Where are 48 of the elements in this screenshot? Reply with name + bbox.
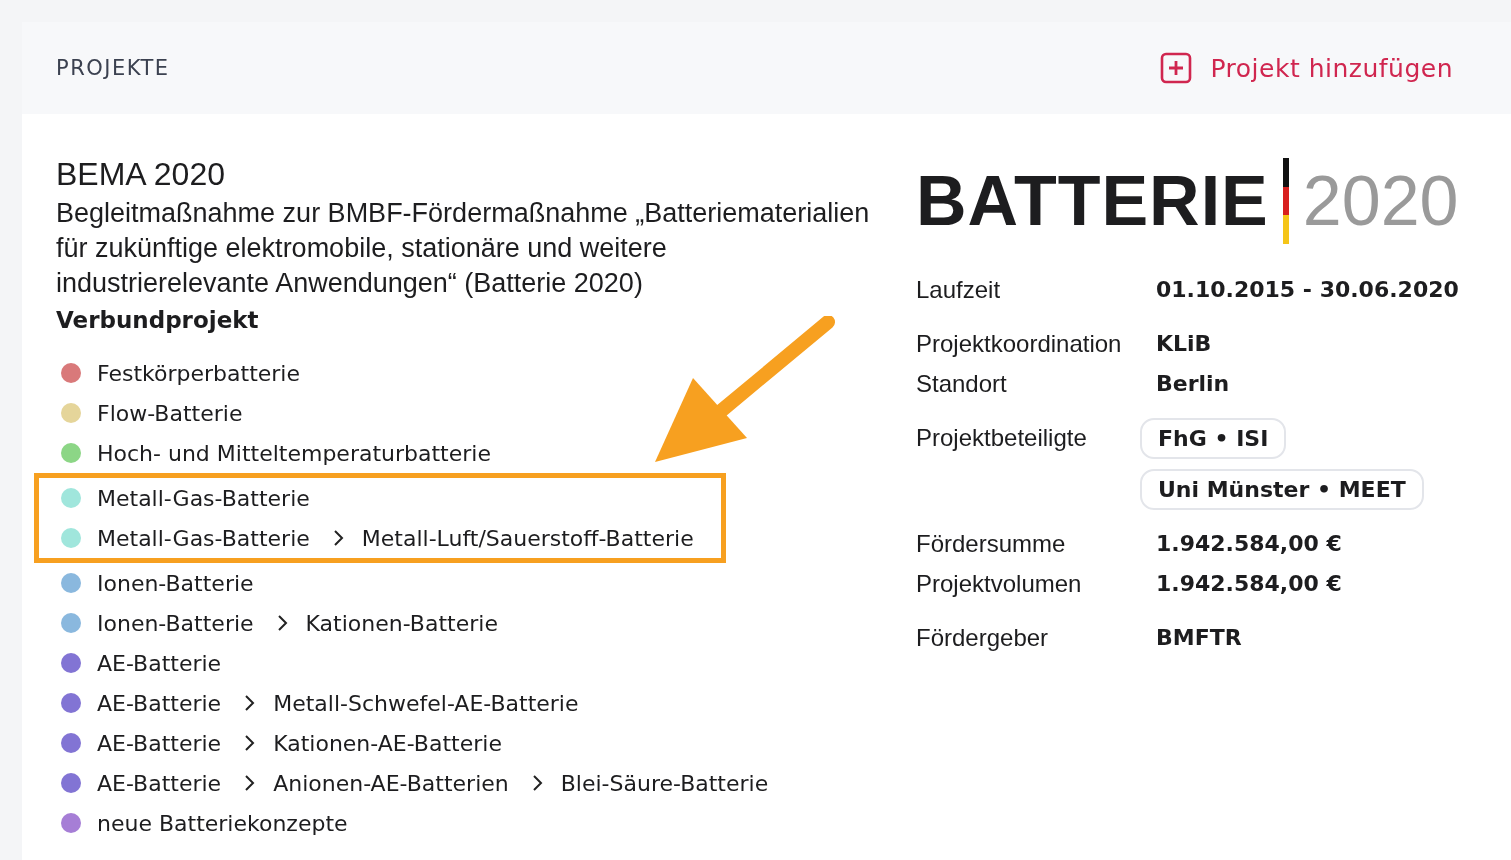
project-description: Begleitmaßnahme zur BMBF-Fördermaßnahme „Batteriematerialien für zukünftige elektromobile, stationäre und weitere industrierelevante Anwendungen“ (Batterie 2020) xyxy=(56,197,871,300)
project-type: Verbundprojekt xyxy=(56,306,260,335)
category-label: Blei-Säure-Batterie xyxy=(560,770,769,796)
chevron-right-icon xyxy=(243,734,256,752)
category-label: Metall-Schwefel-AE-Batterie xyxy=(273,690,579,716)
detail-label: Fördersumme xyxy=(916,529,1067,559)
add-project-button[interactable]: Projekt hinzufügen xyxy=(1160,52,1453,84)
chevron-right-icon xyxy=(243,774,256,792)
detail-label: Projektbeteiligte xyxy=(916,423,1088,453)
category-label: Anionen-AE-Batterien xyxy=(273,770,509,796)
category-label: Flow-Batterie xyxy=(97,400,243,426)
detail-label: Projektkoordination xyxy=(916,329,1123,359)
category-label: Ionen-Batterie xyxy=(97,570,254,596)
detail-label: Projektvolumen xyxy=(916,569,1083,599)
category-label: AE-Batterie xyxy=(97,650,222,676)
category-label: Kationen-Batterie xyxy=(305,610,498,636)
category-label: Metall-Luft/Sauerstoff-Batterie xyxy=(361,525,694,551)
project-title: BEMA 2020 xyxy=(56,155,226,194)
detail-value: BMFTR xyxy=(1156,624,1242,652)
category-label: Kationen-AE-Batterie xyxy=(273,730,502,756)
category-label: Ionen-Batterie xyxy=(97,610,254,636)
category-label: AE-Batterie xyxy=(97,770,222,796)
category-label: Metall-Gas-Batterie xyxy=(97,485,310,511)
chevron-right-icon xyxy=(331,529,344,547)
category-label: AE-Batterie xyxy=(97,690,222,716)
logo-year: 2020 xyxy=(1302,161,1459,241)
category-label: Metall-Gas-Batterie xyxy=(97,525,310,551)
chevron-right-icon xyxy=(275,614,288,632)
section-title: PROJEKTE xyxy=(56,56,170,80)
detail-label: Laufzeit xyxy=(916,275,1002,305)
detail-label: Fördergeber xyxy=(916,623,1050,653)
logo-word: BATTERIE xyxy=(916,161,1269,241)
category-label: Festkörperbatterie xyxy=(97,360,300,386)
detail-value: KLiB xyxy=(1156,330,1212,358)
detail-value: 1.942.584,00 € xyxy=(1156,530,1342,558)
detail-value: Berlin xyxy=(1156,370,1230,398)
detail-value: 1.942.584,00 € xyxy=(1156,570,1342,598)
partner-tag: Uni Münster • MEET xyxy=(1140,469,1424,510)
category-label: neue Batteriekonzepte xyxy=(97,810,348,836)
chevron-right-icon xyxy=(243,694,256,712)
category-label: AE-Batterie xyxy=(97,730,222,756)
chevron-right-icon xyxy=(530,774,543,792)
detail-label: Standort xyxy=(916,369,1008,399)
partner-tag: FhG • ISI xyxy=(1140,418,1287,459)
flag-stripe-icon xyxy=(1282,158,1289,244)
add-icon xyxy=(1160,52,1193,84)
category-label: Hoch- und Mitteltemperaturbatterie xyxy=(97,440,491,466)
detail-value: 01.10.2015 - 30.06.2020 xyxy=(1156,276,1459,304)
